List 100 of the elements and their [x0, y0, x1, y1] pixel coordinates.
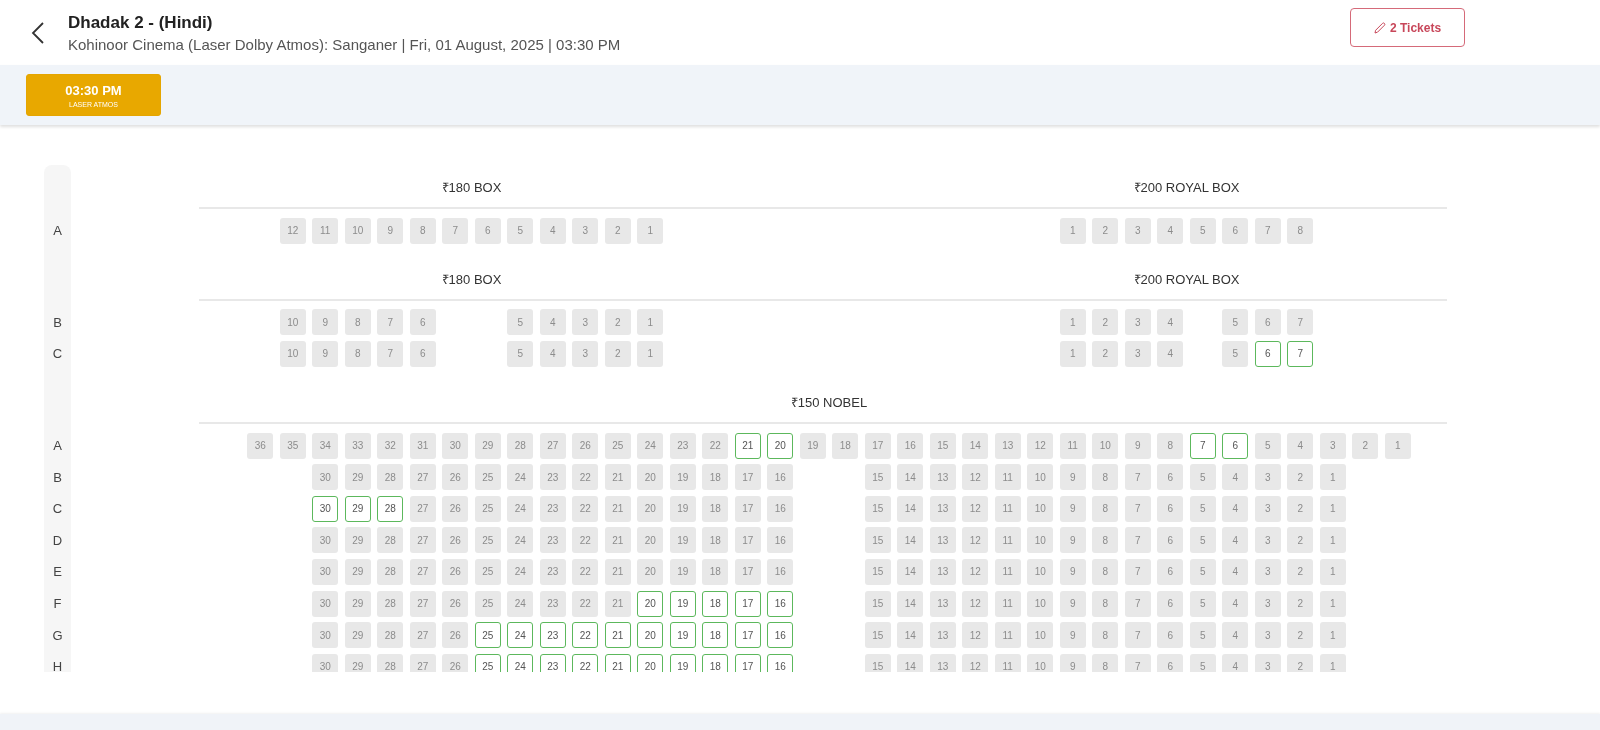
- seat[interactable]: 17: [734, 464, 761, 491]
- seat[interactable]: 17: [734, 558, 761, 585]
- seat[interactable]: 20: [637, 464, 664, 491]
- seat[interactable]: 28: [377, 558, 404, 585]
- seat[interactable]: 6: [409, 309, 436, 336]
- seat[interactable]: 19: [669, 590, 696, 617]
- seat[interactable]: 12: [962, 464, 989, 491]
- seat[interactable]: 12: [962, 622, 989, 649]
- seat[interactable]: 19: [799, 432, 826, 459]
- seat[interactable]: 27: [409, 495, 436, 522]
- seat[interactable]: 7: [1254, 217, 1281, 244]
- seat[interactable]: 23: [539, 653, 566, 672]
- seat[interactable]: 18: [832, 432, 859, 459]
- seat[interactable]: 4: [1287, 432, 1314, 459]
- seat[interactable]: 8: [344, 341, 371, 367]
- seat[interactable]: 8: [1092, 590, 1119, 617]
- seat[interactable]: 24: [507, 653, 534, 672]
- seat[interactable]: 18: [702, 527, 729, 554]
- seat[interactable]: 8: [344, 309, 371, 336]
- seat[interactable]: 33: [344, 432, 371, 459]
- seat[interactable]: 1: [1319, 527, 1346, 554]
- seat[interactable]: 6: [1157, 464, 1184, 491]
- seat[interactable]: 3: [1254, 464, 1281, 491]
- seat[interactable]: 25: [474, 495, 501, 522]
- seat[interactable]: 11: [994, 495, 1021, 522]
- seat[interactable]: 4: [539, 217, 566, 244]
- seat[interactable]: 22: [572, 622, 599, 649]
- seat[interactable]: 28: [377, 527, 404, 554]
- seat[interactable]: 27: [409, 464, 436, 491]
- seat[interactable]: 17: [734, 653, 761, 672]
- seat[interactable]: 27: [409, 527, 436, 554]
- seat[interactable]: 4: [1157, 341, 1184, 367]
- seat[interactable]: 25: [474, 622, 501, 649]
- seat[interactable]: 27: [539, 432, 566, 459]
- seat[interactable]: 10: [279, 341, 306, 367]
- seat[interactable]: 9: [312, 341, 339, 367]
- seat[interactable]: 2: [1092, 341, 1119, 367]
- seat[interactable]: 16: [767, 495, 794, 522]
- seat[interactable]: 16: [767, 590, 794, 617]
- seat[interactable]: 26: [442, 464, 469, 491]
- seat[interactable]: 6: [1157, 622, 1184, 649]
- seat[interactable]: 30: [312, 495, 339, 522]
- seat[interactable]: 12: [962, 527, 989, 554]
- seat[interactable]: 4: [1222, 653, 1249, 672]
- seat[interactable]: 11: [994, 558, 1021, 585]
- seat[interactable]: 7: [1124, 527, 1151, 554]
- seat[interactable]: 3: [1254, 653, 1281, 672]
- seat[interactable]: 7: [1124, 653, 1151, 672]
- seat[interactable]: 19: [669, 464, 696, 491]
- seat[interactable]: 1: [1319, 622, 1346, 649]
- seat[interactable]: 2: [604, 217, 631, 244]
- seat[interactable]: 14: [897, 527, 924, 554]
- seat[interactable]: 8: [1092, 495, 1119, 522]
- seat[interactable]: 20: [637, 590, 664, 617]
- seat[interactable]: 13: [929, 527, 956, 554]
- seat[interactable]: 6: [1254, 341, 1281, 367]
- seat[interactable]: 1: [637, 217, 664, 244]
- seat[interactable]: 12: [962, 590, 989, 617]
- seat[interactable]: 2: [1287, 464, 1314, 491]
- seat[interactable]: 10: [344, 217, 371, 244]
- seat[interactable]: 5: [1189, 622, 1216, 649]
- seat[interactable]: 2: [1092, 217, 1119, 244]
- seat[interactable]: 5: [1189, 527, 1216, 554]
- seat[interactable]: 3: [1124, 309, 1151, 336]
- seat[interactable]: 7: [1124, 464, 1151, 491]
- seat[interactable]: 14: [897, 622, 924, 649]
- seat[interactable]: 29: [474, 432, 501, 459]
- seat[interactable]: 15: [864, 590, 891, 617]
- seat[interactable]: 16: [767, 464, 794, 491]
- seat[interactable]: 21: [604, 590, 631, 617]
- seat[interactable]: 14: [962, 432, 989, 459]
- seat[interactable]: 25: [474, 558, 501, 585]
- seat[interactable]: 16: [767, 622, 794, 649]
- seat[interactable]: 7: [377, 341, 404, 367]
- seat[interactable]: 10: [279, 309, 306, 336]
- seat[interactable]: 7: [1189, 432, 1216, 459]
- seat[interactable]: 24: [507, 622, 534, 649]
- seat[interactable]: 22: [702, 432, 729, 459]
- seat[interactable]: 14: [897, 464, 924, 491]
- seat[interactable]: 4: [539, 309, 566, 336]
- seat[interactable]: 4: [1157, 217, 1184, 244]
- seat[interactable]: 17: [734, 527, 761, 554]
- seat[interactable]: 7: [442, 217, 469, 244]
- seat[interactable]: 21: [604, 558, 631, 585]
- seat[interactable]: 13: [994, 432, 1021, 459]
- seat[interactable]: 2: [1287, 590, 1314, 617]
- seat[interactable]: 5: [1222, 341, 1249, 367]
- seat[interactable]: 9: [1059, 464, 1086, 491]
- seat[interactable]: 12: [962, 558, 989, 585]
- seat[interactable]: 7: [377, 309, 404, 336]
- seat[interactable]: 2: [1287, 495, 1314, 522]
- seat[interactable]: 26: [572, 432, 599, 459]
- seat[interactable]: 2: [1352, 432, 1379, 459]
- seat[interactable]: 18: [702, 464, 729, 491]
- seat[interactable]: 8: [1092, 558, 1119, 585]
- seat[interactable]: 26: [442, 527, 469, 554]
- seat[interactable]: 4: [1222, 464, 1249, 491]
- seat[interactable]: 28: [377, 622, 404, 649]
- seat[interactable]: 25: [474, 464, 501, 491]
- seat[interactable]: 22: [572, 653, 599, 672]
